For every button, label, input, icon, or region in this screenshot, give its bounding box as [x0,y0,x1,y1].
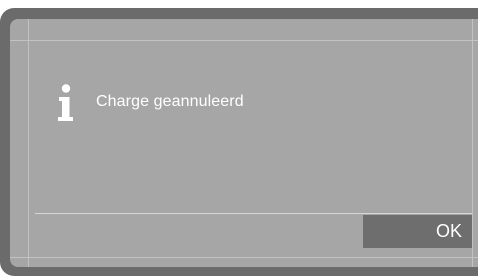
guide-line [10,257,478,258]
guide-line [10,40,478,41]
info-icon [58,84,73,121]
ok-button[interactable]: OK [363,215,472,248]
guide-line [28,19,29,267]
button-divider [35,213,472,214]
guide-line [472,19,473,267]
dialog-message: Charge geannuleerd [96,93,244,110]
ok-button-label: OK [435,221,462,241]
